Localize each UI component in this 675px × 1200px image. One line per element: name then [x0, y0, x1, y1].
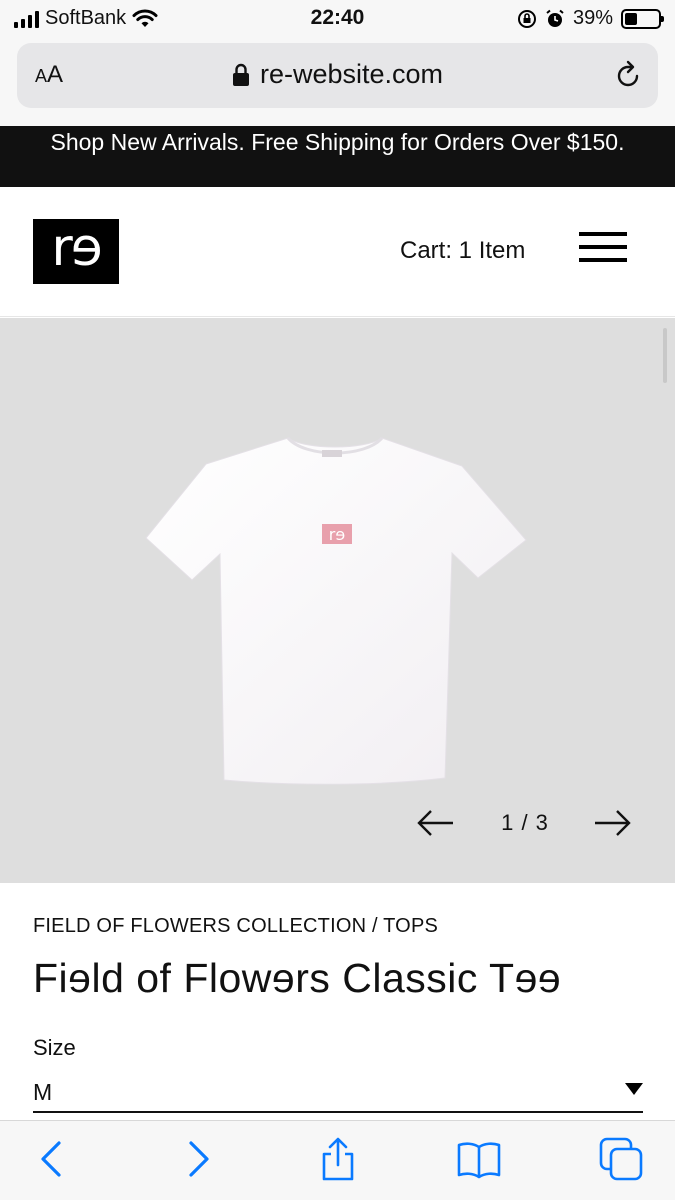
- arrow-right-icon[interactable]: [593, 803, 633, 843]
- battery-icon: [621, 8, 664, 29]
- browser-chrome: AA re-website.com: [0, 38, 675, 126]
- status-bar: SoftBank 22:40 39%: [0, 0, 675, 38]
- browser-toolbar: [0, 1120, 675, 1200]
- scrollbar[interactable]: [663, 328, 667, 383]
- announcement-bar[interactable]: Shop New Arrivals. Free Shipping for Ord…: [0, 126, 675, 187]
- back-icon[interactable]: [31, 1137, 75, 1181]
- product-photo-tshirt: rɘ: [145, 436, 527, 785]
- hamburger-menu-icon[interactable]: [579, 232, 629, 266]
- product-title: Fiɘld of Flowɘrs Classic Tɘɘ: [33, 955, 562, 1001]
- url-display[interactable]: re-website.com: [17, 59, 658, 90]
- battery-percent: 39%: [572, 7, 613, 29]
- address-bar[interactable]: AA re-website.com: [17, 43, 658, 108]
- arrow-left-icon[interactable]: [415, 803, 455, 843]
- site-header: rɘ Cart: 1 Item: [0, 187, 675, 317]
- size-value: M: [33, 1079, 53, 1105]
- status-right: 39%: [517, 7, 664, 30]
- chevron-down-icon: [625, 1083, 643, 1095]
- size-select[interactable]: M: [33, 1071, 643, 1113]
- alarm-icon: [546, 9, 564, 27]
- size-label: Size: [33, 1035, 76, 1060]
- gallery-pager: 1 / 3: [415, 803, 635, 843]
- tabs-icon[interactable]: [599, 1137, 643, 1181]
- reload-icon[interactable]: [612, 59, 644, 91]
- bookmarks-icon[interactable]: [457, 1137, 501, 1181]
- cart-link[interactable]: Cart: 1 Item: [400, 237, 525, 265]
- site-logo[interactable]: rɘ: [33, 219, 119, 284]
- product-gallery[interactable]: rɘ 1 / 3: [0, 318, 675, 883]
- announcement-text: Shop New Arrivals. Free Shipping for Ord…: [50, 129, 625, 155]
- lock-icon: [232, 63, 249, 86]
- share-icon[interactable]: [316, 1137, 360, 1181]
- breadcrumb[interactable]: FIELD OF FLOWERS COLLECTION / TOPS: [33, 915, 438, 938]
- gallery-counter: 1 / 3: [501, 810, 549, 835]
- svg-text:rɘ: rɘ: [329, 525, 345, 544]
- forward-icon[interactable]: [175, 1137, 219, 1181]
- url-text: re-website.com: [259, 59, 444, 89]
- orientation-lock-icon: [517, 9, 536, 28]
